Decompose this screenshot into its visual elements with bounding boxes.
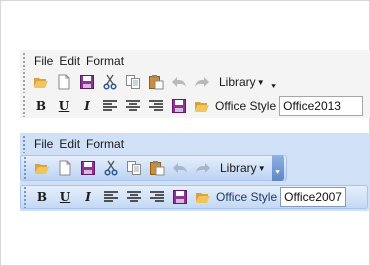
open-icon — [35, 164, 49, 174]
align-left-icon — [103, 100, 117, 111]
grip-handle[interactable] — [22, 95, 27, 117]
open-button[interactable] — [31, 72, 51, 92]
open-button[interactable] — [192, 96, 212, 116]
office2007-panel: File Edit Format Library ▼ ⯆ B U I Office… — [20, 133, 370, 211]
menu-file[interactable]: File — [31, 54, 56, 68]
chevron-down-icon: ▼ — [257, 163, 266, 173]
align-center-icon — [126, 100, 140, 111]
open-icon — [195, 102, 209, 112]
open-button[interactable] — [32, 158, 52, 178]
save-button[interactable] — [78, 158, 98, 178]
toolbar-overflow-button[interactable]: ⯆ — [269, 72, 279, 92]
office-style-field[interactable] — [280, 187, 347, 207]
cut-button[interactable] — [100, 72, 120, 92]
chevron-down-icon: ⯆ — [270, 82, 277, 91]
copy-icon — [127, 161, 141, 175]
redo-icon — [195, 77, 209, 88]
new-icon — [59, 160, 71, 176]
library-label: Library — [220, 161, 257, 175]
menu-edit[interactable]: Edit — [56, 137, 83, 151]
bold-button[interactable]: B — [31, 96, 51, 116]
save-button[interactable] — [77, 72, 97, 92]
align-center-button[interactable] — [124, 187, 144, 207]
paste-button[interactable] — [146, 72, 166, 92]
align-right-icon — [149, 100, 163, 111]
formatting-toolbar: B U I Office Style — [20, 185, 368, 209]
paste-button[interactable] — [147, 158, 167, 178]
library-label: Library — [219, 75, 256, 89]
save-icon — [173, 190, 187, 204]
align-right-button[interactable] — [147, 187, 167, 207]
library-dropdown[interactable]: Library ▼ — [216, 158, 270, 178]
menu-format[interactable]: Format — [83, 54, 127, 68]
menu-edit[interactable]: Edit — [56, 54, 83, 68]
align-right-icon — [150, 191, 164, 202]
new-button[interactable] — [54, 72, 74, 92]
copy-icon — [126, 75, 140, 89]
align-right-button[interactable] — [146, 96, 166, 116]
standard-toolbar: Library ▼ ⯆ — [20, 155, 287, 181]
menu-bar: File Edit Format — [20, 52, 127, 70]
redo-icon — [196, 163, 210, 174]
grip-handle[interactable] — [23, 186, 28, 208]
paste-icon — [149, 75, 164, 90]
new-icon — [58, 74, 70, 90]
standard-toolbar: Library ▼ ⯆ — [20, 71, 279, 93]
redo-button[interactable] — [193, 158, 213, 178]
office-style-label: Office Style — [215, 99, 277, 113]
save-button[interactable] — [170, 187, 190, 207]
align-center-button[interactable] — [123, 96, 143, 116]
open-icon — [34, 78, 48, 88]
underline-button[interactable]: U — [55, 187, 75, 207]
grip-handle[interactable] — [22, 71, 27, 93]
toolbar-overflow-button[interactable]: ⯆ — [271, 155, 284, 181]
office2013-panel: File Edit Format Library ▼ ⯆ B U I Office… — [20, 50, 370, 118]
paste-icon — [150, 161, 165, 176]
formatting-toolbar: B U I Office Style — [20, 95, 364, 117]
chevron-down-icon: ⯆ — [274, 168, 281, 177]
undo-button[interactable] — [170, 158, 190, 178]
office-style-field[interactable] — [279, 96, 364, 116]
save-button[interactable] — [169, 96, 189, 116]
align-left-button[interactable] — [101, 187, 121, 207]
underline-button[interactable]: U — [54, 96, 74, 116]
bold-button[interactable]: B — [32, 187, 52, 207]
new-button[interactable] — [55, 158, 75, 178]
align-left-icon — [104, 191, 118, 202]
chevron-down-icon: ▼ — [256, 77, 265, 87]
italic-button[interactable]: I — [77, 96, 97, 116]
align-center-icon — [127, 191, 141, 202]
menu-bar: File Edit Format — [20, 135, 127, 153]
undo-icon — [172, 77, 186, 88]
office-style-label: Office Style — [216, 190, 278, 204]
undo-icon — [173, 163, 187, 174]
open-button[interactable] — [193, 187, 213, 207]
undo-button[interactable] — [169, 72, 189, 92]
library-dropdown[interactable]: Library ▼ — [215, 72, 269, 92]
save-icon — [81, 161, 95, 175]
grip-handle[interactable] — [22, 52, 27, 70]
italic-button[interactable]: I — [78, 187, 98, 207]
open-icon — [196, 193, 210, 203]
cut-icon — [104, 160, 118, 176]
align-left-button[interactable] — [100, 96, 120, 116]
menu-format[interactable]: Format — [83, 137, 127, 151]
save-icon — [80, 75, 94, 89]
menu-file[interactable]: File — [31, 137, 56, 151]
copy-button[interactable] — [124, 158, 144, 178]
copy-button[interactable] — [123, 72, 143, 92]
grip-handle[interactable] — [23, 156, 28, 180]
grip-handle[interactable] — [22, 135, 27, 153]
cut-icon — [103, 74, 117, 90]
save-icon — [172, 99, 186, 113]
cut-button[interactable] — [101, 158, 121, 178]
redo-button[interactable] — [192, 72, 212, 92]
